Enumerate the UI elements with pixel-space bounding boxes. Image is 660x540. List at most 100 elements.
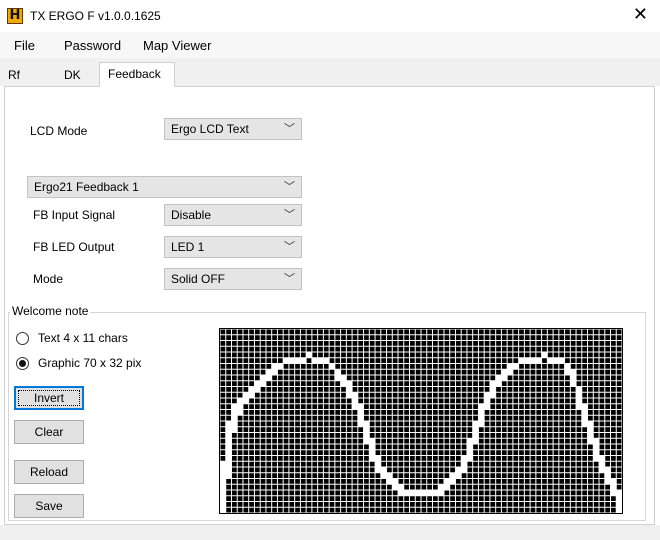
lcd-pixel-off[interactable] [490,410,496,415]
lcd-pixel-off[interactable] [530,502,536,507]
lcd-pixel-off[interactable] [300,421,306,427]
lcd-pixel-off[interactable] [565,352,570,358]
lcd-pixel-off[interactable] [438,335,444,340]
lcd-pixel-off[interactable] [611,461,616,467]
lcd-pixel-off[interactable] [318,502,323,507]
lcd-pixel-off[interactable] [272,398,277,404]
lcd-pixel-off[interactable] [507,473,513,478]
lcd-pixel-off[interactable] [277,450,283,455]
lcd-pixel-on[interactable] [358,421,364,427]
lcd-pixel-off[interactable] [513,329,519,335]
lcd-pixel-off[interactable] [599,392,605,398]
lcd-pixel-off[interactable] [220,404,226,409]
lcd-pixel-off[interactable] [553,369,559,375]
lcd-pixel-off[interactable] [329,456,335,461]
lcd-pixel-on[interactable] [369,444,375,450]
lcd-pixel-off[interactable] [432,398,438,404]
lcd-pixel-on[interactable] [536,358,542,363]
lcd-pixel-off[interactable] [272,404,277,409]
lcd-pixel-off[interactable] [237,450,243,455]
lcd-pixel-off[interactable] [410,364,415,369]
lcd-pixel-off[interactable] [501,427,507,432]
lcd-pixel-off[interactable] [605,490,611,496]
lcd-pixel-off[interactable] [611,467,616,473]
lcd-pixel-off[interactable] [450,329,455,335]
lcd-pixel-off[interactable] [306,404,312,409]
lcd-pixel-off[interactable] [364,375,369,381]
lcd-pixel-off[interactable] [547,352,553,358]
lcd-pixel-off[interactable] [306,346,312,352]
lcd-pixel-off[interactable] [513,358,519,363]
lcd-pixel-on[interactable] [616,490,622,496]
lcd-pixel-off[interactable] [421,381,427,386]
lcd-pixel-off[interactable] [616,369,622,375]
lcd-pixel-off[interactable] [553,404,559,409]
lcd-pixel-off[interactable] [565,450,570,455]
lcd-pixel-off[interactable] [254,473,260,478]
lcd-pixel-on[interactable] [226,450,231,455]
lcd-pixel-off[interactable] [519,421,524,427]
lcd-pixel-off[interactable] [323,456,329,461]
lcd-pixel-off[interactable] [473,392,478,398]
lcd-pixel-off[interactable] [364,502,369,507]
lcd-pixel-off[interactable] [496,450,501,455]
lcd-pixel-off[interactable] [312,427,318,432]
lcd-pixel-off[interactable] [444,444,450,450]
lcd-pixel-off[interactable] [352,473,358,478]
lcd-pixel-off[interactable] [352,369,358,375]
lcd-pixel-off[interactable] [243,410,249,415]
lcd-pixel-off[interactable] [530,490,536,496]
lcd-pixel-off[interactable] [375,484,381,490]
lcd-pixel-on[interactable] [375,467,381,473]
lcd-pixel-off[interactable] [582,467,588,473]
lcd-pixel-off[interactable] [582,398,588,404]
lcd-pixel-off[interactable] [616,427,622,432]
lcd-pixel-off[interactable] [260,502,266,507]
lcd-pixel-off[interactable] [432,352,438,358]
lcd-pixel-off[interactable] [243,490,249,496]
lcd-pixel-off[interactable] [381,479,387,484]
lcd-pixel-off[interactable] [249,352,254,358]
lcd-pixel-off[interactable] [249,364,254,369]
lcd-pixel-off[interactable] [295,387,300,392]
lcd-pixel-off[interactable] [289,387,295,392]
lcd-pixel-off[interactable] [289,404,295,409]
lcd-pixel-off[interactable] [565,467,570,473]
lcd-pixel-on[interactable] [352,404,358,409]
lcd-pixel-off[interactable] [329,346,335,352]
lcd-pixel-off[interactable] [507,415,513,421]
lcd-pixel-off[interactable] [254,392,260,398]
lcd-pixel-off[interactable] [553,507,559,513]
lcd-pixel-off[interactable] [421,404,427,409]
lcd-pixel-off[interactable] [599,479,605,484]
lcd-pixel-off[interactable] [450,444,455,450]
lcd-pixel-off[interactable] [438,364,444,369]
lcd-pixel-off[interactable] [432,484,438,490]
lcd-pixel-off[interactable] [438,502,444,507]
lcd-pixel-off[interactable] [381,496,387,501]
lcd-pixel-off[interactable] [467,496,473,501]
lcd-pixel-off[interactable] [421,341,427,346]
lcd-pixel-off[interactable] [605,410,611,415]
lcd-pixel-off[interactable] [611,369,616,375]
lcd-pixel-off[interactable] [410,456,415,461]
lcd-pixel-off[interactable] [467,346,473,352]
lcd-pixel-off[interactable] [289,329,295,335]
lcd-pixel-off[interactable] [478,375,484,381]
lcd-pixel-off[interactable] [226,507,231,513]
lcd-pixel-off[interactable] [496,335,501,340]
lcd-pixel-off[interactable] [427,410,432,415]
lcd-pixel-off[interactable] [611,444,616,450]
lcd-pixel-on[interactable] [220,484,226,490]
lcd-pixel-off[interactable] [398,375,404,381]
lcd-pixel-off[interactable] [369,369,375,375]
lcd-pixel-off[interactable] [593,484,599,490]
lcd-pixel-off[interactable] [312,490,318,496]
lcd-pixel-off[interactable] [352,335,358,340]
lcd-pixel-off[interactable] [547,392,553,398]
lcd-pixel-off[interactable] [266,438,272,444]
lcd-pixel-off[interactable] [398,461,404,467]
lcd-pixel-on[interactable] [473,421,478,427]
lcd-pixel-off[interactable] [605,364,611,369]
lcd-pixel-on[interactable] [616,507,622,513]
